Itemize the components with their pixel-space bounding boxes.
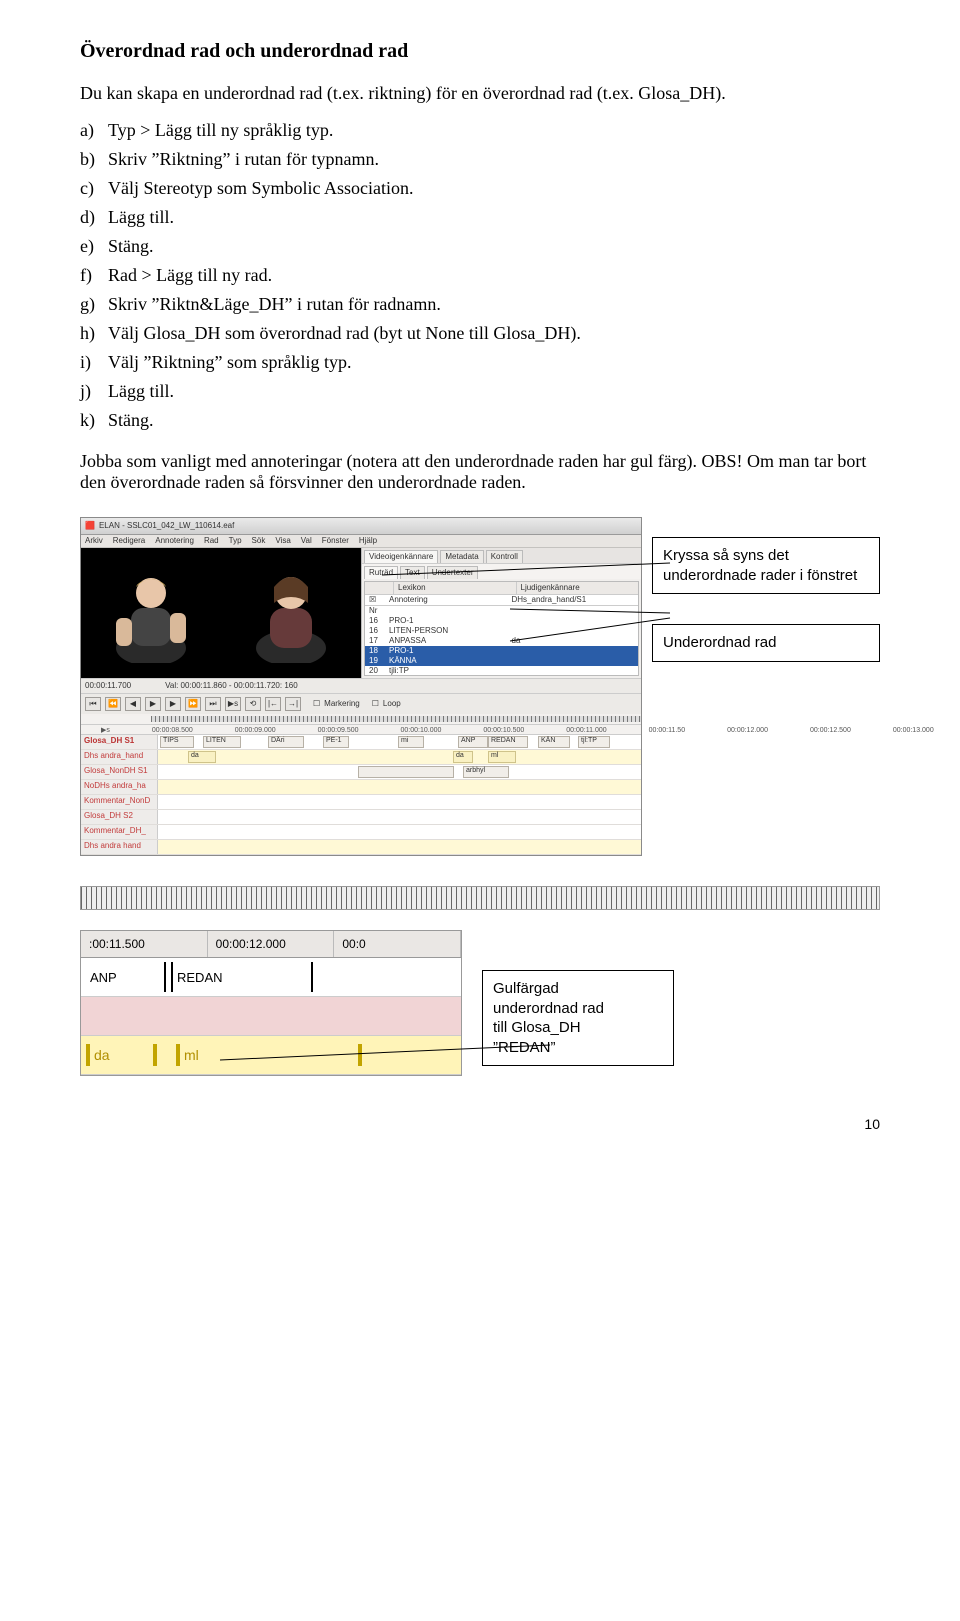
menu-item[interactable]: Visa xyxy=(275,537,290,545)
elan-screenshot: 🟥 ELAN - SSLC01_042_LW_110614.eaf Arkiv R… xyxy=(80,517,642,856)
menu-item[interactable]: Redigera xyxy=(113,537,145,545)
page-number: 10 xyxy=(80,1116,880,1132)
col-check xyxy=(365,582,394,594)
loop-sel-icon[interactable]: ⟲ xyxy=(245,697,261,711)
menu-bar[interactable]: Arkiv Redigera Annotering Rad Typ Sök Visa Val F… xyxy=(81,535,641,548)
callout-kryssa: Kryssa så syns det underordnade rader i … xyxy=(652,537,880,594)
list-item[interactable]: 16LITEN-PERSON xyxy=(365,626,638,636)
tab[interactable]: Metadata xyxy=(440,550,483,563)
page-title: Överordnad rad och underordnad rad xyxy=(80,40,880,63)
tick-strip xyxy=(80,886,880,910)
annotation-list[interactable]: Lexikon Ljudigenkännare ☒ Annotering DHs… xyxy=(364,581,639,676)
timeline-ruler: ▶s 00:00:08.50000:00:09.00000:00:09.5000… xyxy=(81,724,641,734)
forward-icon[interactable]: ⏩ xyxy=(185,697,201,711)
list-top-col2: Annotering xyxy=(389,596,512,604)
player-controls[interactable]: 00:00:11.700 Val: 00:00:11.860 - 00:00:1… xyxy=(81,678,641,693)
list-item[interactable]: Nr xyxy=(365,606,638,616)
step-back-icon[interactable]: ◀ xyxy=(125,697,141,711)
menu-item[interactable]: Typ xyxy=(229,537,242,545)
col-lexikon: Lexikon xyxy=(394,582,517,594)
track-row[interactable]: Glosa_DH S1TIPSLITENDÄriPE-1miANPREDANKÄ… xyxy=(81,735,641,750)
list-item[interactable]: 16PRO-1 xyxy=(365,616,638,626)
sel-play-icon[interactable]: ▶s xyxy=(225,697,241,711)
steps-list: a)Typ > Lägg till ny språklig typ.b)Skri… xyxy=(80,116,880,435)
track-row[interactable]: NoDHs andra_ha xyxy=(81,780,641,795)
menu-item[interactable]: Sök xyxy=(252,537,266,545)
note-text: Jobba som vanligt med annoteringar (note… xyxy=(80,451,880,493)
tab-bar[interactable]: VideoigenkännareMetadataKontroll xyxy=(362,548,641,563)
list-item[interactable]: 17ANPASSAda xyxy=(365,636,638,646)
step-item: i)Välj ”Riktning” som språklig typ. xyxy=(80,348,880,377)
callout-underordnad: Underordnad rad xyxy=(652,624,880,662)
cur-time: 00:00:11.700 xyxy=(85,682,131,690)
sub-tab[interactable]: Ruträd xyxy=(364,566,398,579)
menu-item[interactable]: Rad xyxy=(204,537,219,545)
track-row[interactable]: Kommentar_DH_ xyxy=(81,825,641,840)
zoom-row-glosa: ANPREDAN xyxy=(81,958,461,997)
menu-item[interactable]: Arkiv xyxy=(85,537,103,545)
zoom-ruler: :00:11.50000:00:12.00000:0 xyxy=(81,931,461,958)
step-fwd-icon[interactable]: ▶ xyxy=(165,697,181,711)
list-item[interactable]: 20tjli:TP xyxy=(365,666,638,676)
skip-start-icon[interactable]: ⏮ xyxy=(85,697,101,711)
menu-item[interactable]: Val xyxy=(301,537,312,545)
step-item: c)Välj Stereotyp som Symbolic Associatio… xyxy=(80,174,880,203)
list-item[interactable]: 18PRO-1 xyxy=(365,646,638,656)
step-item: b)Skriv ”Riktning” i rutan för typnamn. xyxy=(80,145,880,174)
menu-item[interactable]: Annotering xyxy=(155,537,194,545)
col-ljud: Ljudigenkännare xyxy=(517,582,639,594)
step-item: j)Lägg till. xyxy=(80,377,880,406)
video-area xyxy=(81,548,361,678)
menu-item[interactable]: Hjälp xyxy=(359,537,377,545)
step-item: k)Stäng. xyxy=(80,406,880,435)
intro-text: Du kan skapa en underordnad rad (t.ex. r… xyxy=(80,83,880,104)
zoom-screenshot: :00:11.50000:00:12.00000:0 ANPREDAN daml xyxy=(80,930,462,1076)
tab[interactable]: Kontroll xyxy=(486,550,523,563)
play-icon[interactable]: ▶ xyxy=(145,697,161,711)
sub-tab-bar[interactable]: RuträdTextUndertexter xyxy=(362,563,641,579)
video-person-left xyxy=(106,563,196,663)
step-item: a)Typ > Lägg till ny språklig typ. xyxy=(80,116,880,145)
zoom-row-empty xyxy=(81,997,461,1036)
sel-time: Val: 00:00:11.860 - 00:00:11.720: 160 xyxy=(165,682,298,690)
list-top-col3: DHs_andra_hand/S1 xyxy=(512,596,635,604)
track-row[interactable]: Glosa_DH S2 xyxy=(81,810,641,825)
video-person-right xyxy=(246,563,336,663)
rewind-icon[interactable]: ⏪ xyxy=(105,697,121,711)
step-item: h)Välj Glosa_DH som överordnad rad (byt … xyxy=(80,319,880,348)
list-item[interactable]: 19KÄNNA xyxy=(365,656,638,666)
sub-tab[interactable]: Undertexter xyxy=(427,566,479,579)
step-item: f)Rad > Lägg till ny rad. xyxy=(80,261,880,290)
goto-start-icon[interactable]: |← xyxy=(265,697,281,711)
loop-label: Loop xyxy=(383,700,401,708)
track-row[interactable]: Dhs andra hand xyxy=(81,840,641,855)
track-row[interactable]: Glosa_NonDH S1arbhyl xyxy=(81,765,641,780)
step-item: g)Skriv ”Riktn&Läge_DH” i rutan för radn… xyxy=(80,290,880,319)
tab[interactable]: Videoigenkännare xyxy=(364,550,438,563)
track-row[interactable]: Kommentar_NonD xyxy=(81,795,641,810)
markering-label: Markering xyxy=(324,700,360,708)
goto-end-icon[interactable]: →| xyxy=(285,697,301,711)
app-icon: 🟥 xyxy=(85,522,95,530)
step-item: e)Stäng. xyxy=(80,232,880,261)
skip-end-icon[interactable]: ⏭ xyxy=(205,697,221,711)
window-title: ELAN - SSLC01_042_LW_110614.eaf xyxy=(99,522,234,530)
callout-gulfargad: Gulfärgad underordnad rad till Glosa_DH … xyxy=(482,970,674,1066)
menu-item[interactable]: Fönster xyxy=(322,537,349,545)
step-item: d)Lägg till. xyxy=(80,203,880,232)
track-row[interactable]: Dhs andra_handdadaml xyxy=(81,750,641,765)
sub-tab[interactable]: Text xyxy=(400,566,425,579)
tracks[interactable]: Glosa_DH S1TIPSLITENDÄriPE-1miANPREDANKÄ… xyxy=(81,734,641,855)
zoom-row-underordnad: daml xyxy=(81,1036,461,1075)
